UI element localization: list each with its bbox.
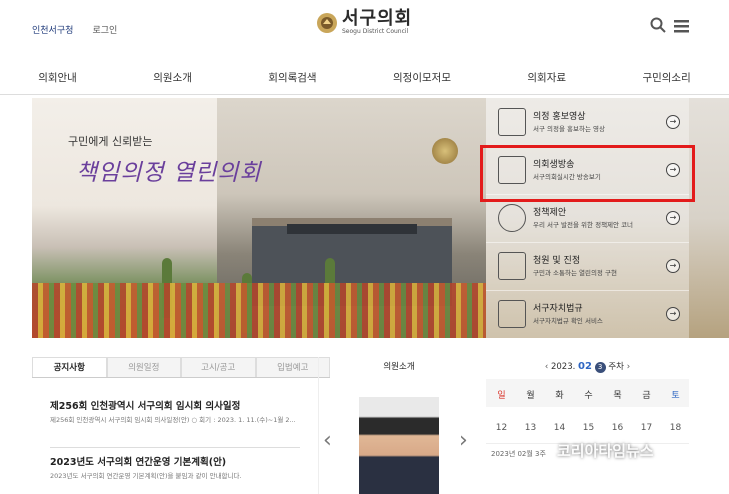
news-title[interactable]: 제256회 인천광역시 서구의회 임시회 의사일정 — [50, 398, 300, 412]
calendar-date[interactable]: 17 — [631, 423, 662, 433]
council-emblem-icon — [317, 12, 337, 33]
nav-item-minutes-search[interactable]: 회의록검색 — [268, 70, 316, 85]
nav-item-council-info[interactable]: 의회안내 — [38, 70, 77, 85]
quick-menu-title: 의정 홍보영상 — [533, 112, 586, 122]
site-logo[interactable]: 서구의회 Seogu District Council — [316, 10, 412, 35]
divider — [50, 447, 300, 448]
utility-links: 인천서구청 로그인 — [32, 18, 131, 37]
quick-menu-desc: 우리 서구 발전을 위한 정책제안 코너 — [533, 221, 634, 229]
nav-item-activities[interactable]: 의정이모저모 — [393, 70, 451, 85]
chevron-left-icon[interactable]: ‹ — [545, 362, 548, 372]
quick-menu-desc: 구민과 소통하는 열린의정 구현 — [533, 269, 617, 277]
hamburger-menu-icon[interactable] — [674, 18, 689, 37]
chevron-right-icon[interactable]: › — [459, 428, 468, 453]
calendar-date[interactable]: 16 — [602, 423, 633, 433]
flower-bed — [32, 283, 486, 338]
tab-notices[interactable]: 공지사항 — [32, 357, 107, 377]
building-icon — [498, 252, 526, 280]
calendar-week-badge: 3 — [594, 362, 606, 373]
search-icon[interactable] — [650, 17, 666, 37]
weekday-tue: 화 — [555, 391, 564, 401]
quick-menu-title: 서구자치법규 — [533, 304, 583, 314]
news-title[interactable]: 2023년도 서구의회 연간운영 기본계획(안) — [50, 454, 300, 468]
building-seal-emblem — [432, 138, 458, 164]
logo-title: 서구의회 — [342, 8, 413, 29]
calendar-date[interactable]: 12 — [486, 423, 517, 433]
hero-subtitle: 구민에게 신뢰받는 — [68, 135, 153, 148]
quick-menu-desc: 서구자치법규 확인 서비스 — [533, 317, 603, 325]
quick-menu-title: 정책제안 — [533, 208, 567, 218]
quick-menu-title: 청원 및 진정 — [533, 256, 581, 266]
arrow-right-icon[interactable]: → — [666, 307, 680, 321]
calendar-footer: 2023년 02월 3주 — [491, 450, 546, 458]
chevron-left-icon[interactable]: ‹ — [323, 428, 332, 453]
chevron-right-icon[interactable]: › — [627, 362, 630, 372]
hero-title: 책임의정 열린의회 — [76, 160, 262, 186]
nav-item-citizen-voice[interactable]: 구민의소리 — [642, 70, 690, 85]
weekday-mon: 월 — [526, 391, 535, 401]
link-login[interactable]: 로그인 — [93, 26, 118, 36]
weekday-sat: 토 — [671, 391, 680, 401]
quick-menu-desc: 서구 의정을 홍보하는 영상 — [533, 125, 605, 133]
weekday-fri: 금 — [642, 391, 651, 401]
calendar-widget: ‹ 2023. 02 3 주차 › 일 월 화 수 목 금 토 12 13 14… — [486, 357, 689, 494]
quick-menu-promo-video[interactable]: 의정 홍보영상 서구 의정을 홍보하는 영상 → — [486, 98, 689, 147]
weekday-wed: 수 — [584, 391, 593, 401]
calendar-month: 02 — [578, 361, 592, 372]
tab-member-schedule[interactable]: 의원일정 — [106, 357, 181, 377]
weekday-sun: 일 — [497, 391, 506, 401]
video-icon — [498, 108, 526, 136]
nav-item-members[interactable]: 의원소개 — [153, 70, 192, 85]
calendar-date[interactable]: 15 — [573, 423, 604, 433]
news-item[interactable]: 2023년도 서구의회 연간운영 기본계획(안) 2023년도 서구의회 연간운… — [50, 454, 300, 481]
calendar-weekday-row: 일 월 화 수 목 금 토 — [486, 379, 689, 407]
quick-menu-local-laws[interactable]: 서구자치법규 서구자치법규 확인 서비스 → — [486, 290, 689, 338]
calendar-date[interactable]: 14 — [544, 423, 575, 433]
arrow-right-icon[interactable]: → — [666, 115, 680, 129]
hero-banner: 구민에게 신뢰받는 책임의정 열린의회 — [32, 98, 486, 338]
news-item[interactable]: 제256회 인천광역시 서구의회 임시회 의사일정 제256회 인천광역시 서구… — [50, 398, 300, 425]
weekday-thu: 목 — [613, 391, 622, 401]
calendar-header: ‹ 2023. 02 3 주차 › — [486, 357, 689, 377]
nav-item-resources[interactable]: 의회자료 — [527, 70, 566, 85]
law-book-icon — [498, 300, 526, 328]
highlight-box — [480, 145, 695, 202]
arrow-right-icon[interactable]: → — [666, 259, 680, 273]
main-nav: 의회안내 의원소개 회의록검색 의정이모저모 의회자료 구민의소리 — [0, 60, 729, 95]
logo-subtitle: Seogu District Council — [342, 28, 409, 35]
arrow-right-icon[interactable]: → — [666, 211, 680, 225]
news-desc: 제256회 인천광역시 서구의회 임시회 의사일정(안) ○ 회기 : 2023… — [50, 416, 296, 424]
calendar-week-suffix: 주차 — [608, 362, 624, 372]
link-seogu-office[interactable]: 인천서구청 — [32, 26, 73, 36]
watermark: 코리아타임뉴스 — [557, 442, 654, 460]
tab-announcements[interactable]: 고시/공고 — [181, 357, 256, 377]
calendar-year: 2023. — [550, 362, 576, 372]
notice-tabs: 공지사항 의원일정 고시/공고 입법예고 — [32, 357, 330, 378]
news-desc: 2023년도 서구의회 연간운영 기본계획(안)을 붙임과 같이 안내합니다. — [50, 472, 242, 480]
globe-icon — [498, 204, 526, 232]
member-photo[interactable] — [359, 397, 439, 494]
member-section-title: 의원소개 — [383, 362, 415, 372]
calendar-date[interactable]: 18 — [660, 423, 691, 433]
side-quick-menu: 의정 홍보영상 서구 의정을 홍보하는 영상 → 의회생방송 서구의회실시간 방… — [486, 98, 689, 338]
calendar-date[interactable]: 13 — [515, 423, 546, 433]
quick-menu-petition[interactable]: 청원 및 진정 구민과 소통하는 열린의정 구현 → — [486, 242, 689, 291]
